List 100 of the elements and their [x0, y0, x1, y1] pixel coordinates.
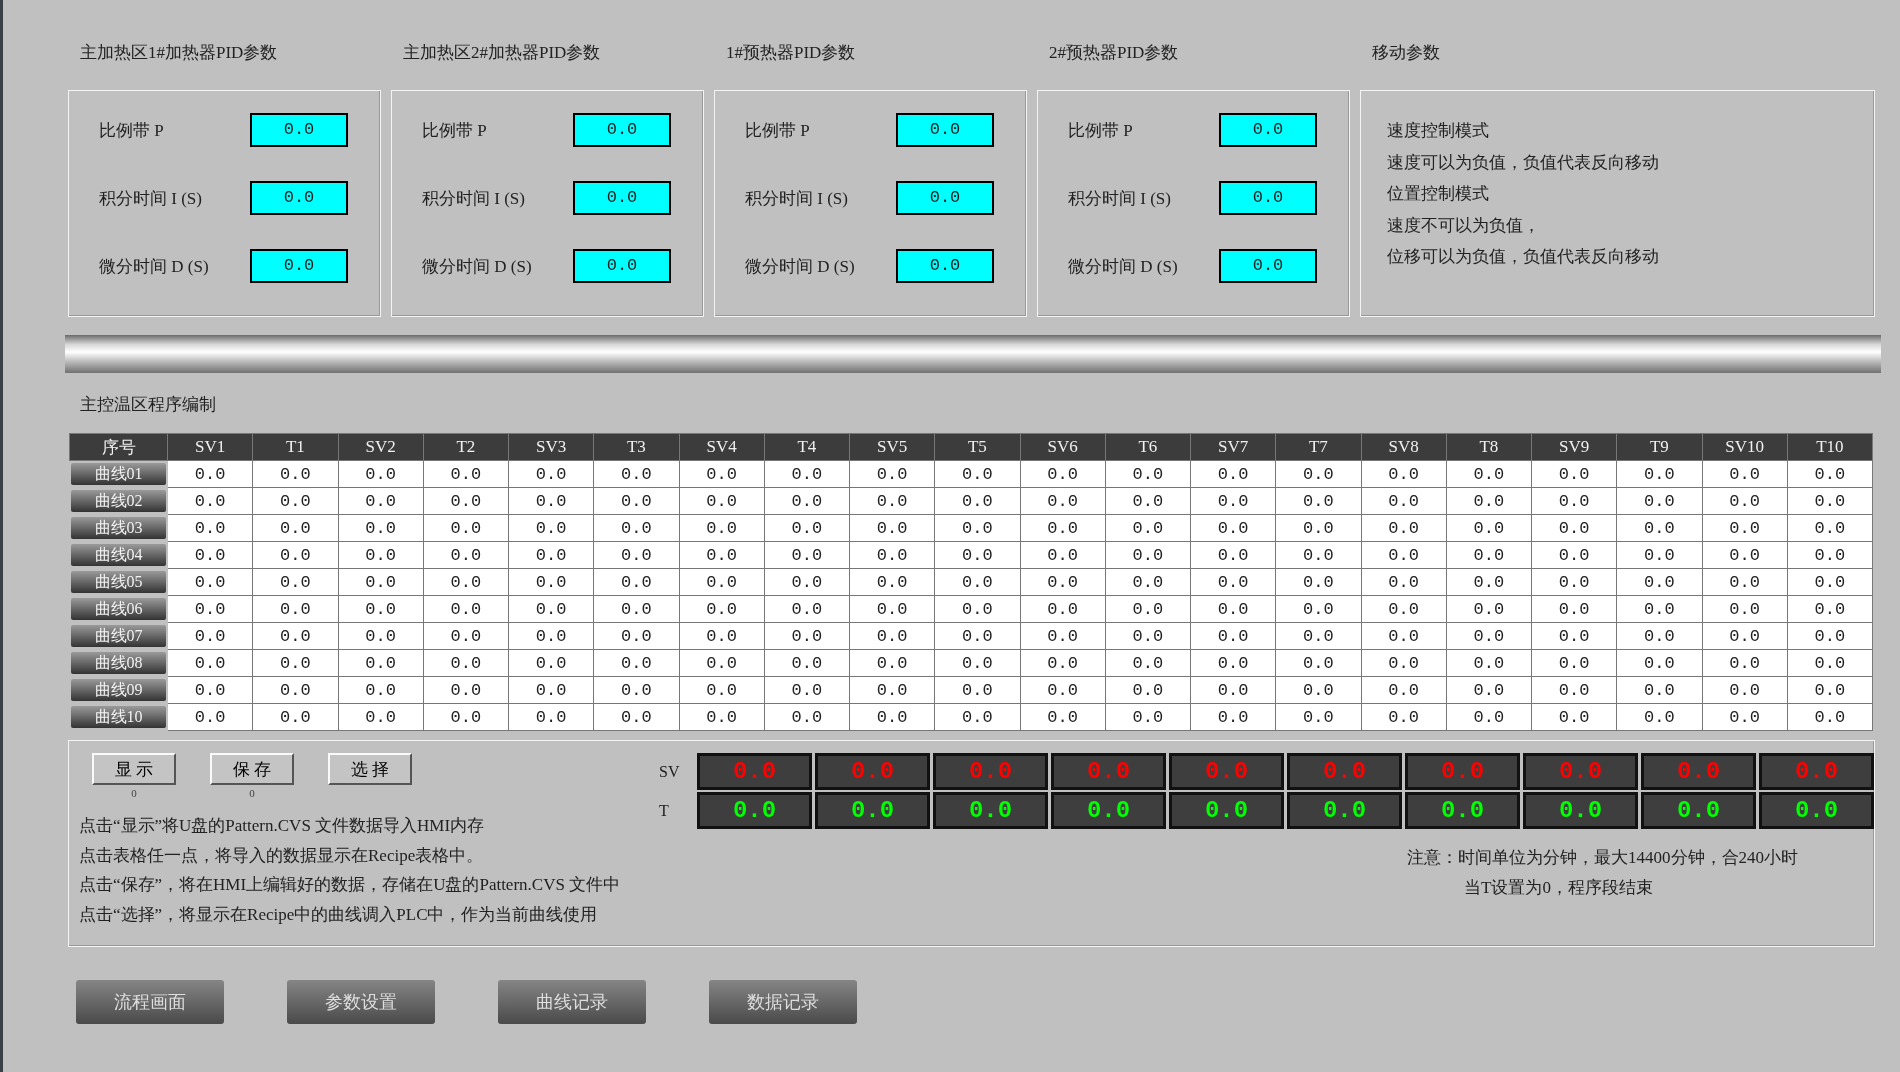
curve-row-button[interactable]: 曲线05 — [71, 571, 166, 593]
table-cell[interactable]: 0.0 — [849, 703, 935, 731]
table-cell[interactable]: 0.0 — [679, 460, 765, 488]
table-cell[interactable]: 0.0 — [1616, 514, 1702, 542]
table-cell[interactable]: 0.0 — [423, 676, 509, 704]
table-cell[interactable]: 0.0 — [338, 541, 424, 569]
table-cell[interactable]: 0.0 — [338, 703, 424, 731]
table-cell[interactable]: 0.0 — [1702, 622, 1788, 650]
table-cell[interactable]: 0.0 — [1446, 622, 1532, 650]
table-cell[interactable]: 0.0 — [252, 568, 338, 596]
table-cell[interactable]: 0.0 — [679, 676, 765, 704]
table-cell[interactable]: 0.0 — [934, 676, 1020, 704]
table-cell[interactable]: 0.0 — [1446, 568, 1532, 596]
table-cell[interactable]: 0.0 — [1105, 649, 1191, 677]
table-cell[interactable]: 0.0 — [764, 622, 850, 650]
table-cell[interactable]: 0.0 — [167, 514, 253, 542]
curve-row-button[interactable]: 曲线01 — [71, 463, 166, 485]
table-cell[interactable]: 0.0 — [167, 568, 253, 596]
table-cell[interactable]: 0.0 — [1531, 703, 1617, 731]
table-cell[interactable]: 0.0 — [934, 541, 1020, 569]
table-cell[interactable]: 0.0 — [934, 622, 1020, 650]
table-cell[interactable]: 0.0 — [849, 649, 935, 677]
table-cell[interactable]: 0.0 — [849, 595, 935, 623]
action-button[interactable]: 保 存 — [210, 753, 294, 785]
table-cell[interactable]: 0.0 — [1616, 460, 1702, 488]
table-cell[interactable]: 0.0 — [1275, 460, 1361, 488]
table-cell[interactable]: 0.0 — [593, 568, 679, 596]
table-cell[interactable]: 0.0 — [167, 649, 253, 677]
table-cell[interactable]: 0.0 — [1446, 676, 1532, 704]
table-cell[interactable]: 0.0 — [1020, 649, 1106, 677]
table-cell[interactable]: 0.0 — [1275, 676, 1361, 704]
table-cell[interactable]: 0.0 — [1361, 595, 1447, 623]
table-cell[interactable]: 0.0 — [423, 460, 509, 488]
table-cell[interactable]: 0.0 — [764, 676, 850, 704]
table-cell[interactable]: 0.0 — [1446, 649, 1532, 677]
table-cell[interactable]: 0.0 — [338, 622, 424, 650]
table-cell[interactable]: 0.0 — [1702, 649, 1788, 677]
table-cell[interactable]: 0.0 — [1531, 649, 1617, 677]
table-cell[interactable]: 0.0 — [934, 703, 1020, 731]
table-cell[interactable]: 0.0 — [1702, 568, 1788, 596]
table-cell[interactable]: 0.0 — [679, 595, 765, 623]
table-cell[interactable]: 0.0 — [679, 514, 765, 542]
table-cell[interactable]: 0.0 — [338, 568, 424, 596]
table-cell[interactable]: 0.0 — [1787, 622, 1873, 650]
table-cell[interactable]: 0.0 — [1361, 676, 1447, 704]
table-cell[interactable]: 0.0 — [508, 703, 594, 731]
curve-row-button[interactable]: 曲线10 — [71, 706, 166, 728]
table-cell[interactable]: 0.0 — [1190, 649, 1276, 677]
table-cell[interactable]: 0.0 — [1190, 460, 1276, 488]
table-cell[interactable]: 0.0 — [1361, 514, 1447, 542]
table-cell[interactable]: 0.0 — [593, 676, 679, 704]
table-cell[interactable]: 0.0 — [1361, 568, 1447, 596]
table-cell[interactable]: 0.0 — [252, 676, 338, 704]
nav-button[interactable]: 曲线记录 — [498, 980, 646, 1024]
table-cell[interactable]: 0.0 — [1105, 595, 1191, 623]
param-input-field[interactable]: 0.0 — [573, 181, 671, 215]
table-cell[interactable]: 0.0 — [252, 487, 338, 515]
curve-row-button[interactable]: 曲线04 — [71, 544, 166, 566]
table-cell[interactable]: 0.0 — [1446, 487, 1532, 515]
table-cell[interactable]: 0.0 — [1105, 541, 1191, 569]
table-cell[interactable]: 0.0 — [1787, 649, 1873, 677]
table-cell[interactable]: 0.0 — [1275, 541, 1361, 569]
table-cell[interactable]: 0.0 — [764, 541, 850, 569]
table-cell[interactable]: 0.0 — [1020, 541, 1106, 569]
table-cell[interactable]: 0.0 — [1787, 487, 1873, 515]
table-cell[interactable]: 0.0 — [764, 460, 850, 488]
curve-row-button[interactable]: 曲线02 — [71, 490, 166, 512]
table-cell[interactable]: 0.0 — [1787, 676, 1873, 704]
table-cell[interactable]: 0.0 — [338, 514, 424, 542]
table-cell[interactable]: 0.0 — [934, 568, 1020, 596]
table-cell[interactable]: 0.0 — [508, 649, 594, 677]
table-cell[interactable]: 0.0 — [252, 460, 338, 488]
table-cell[interactable]: 0.0 — [593, 487, 679, 515]
table-cell[interactable]: 0.0 — [167, 460, 253, 488]
table-cell[interactable]: 0.0 — [679, 568, 765, 596]
table-cell[interactable]: 0.0 — [849, 541, 935, 569]
table-cell[interactable]: 0.0 — [1020, 514, 1106, 542]
table-cell[interactable]: 0.0 — [1105, 622, 1191, 650]
table-cell[interactable]: 0.0 — [252, 703, 338, 731]
table-cell[interactable]: 0.0 — [764, 703, 850, 731]
param-input-field[interactable]: 0.0 — [1219, 249, 1317, 283]
table-cell[interactable]: 0.0 — [1616, 595, 1702, 623]
table-cell[interactable]: 0.0 — [849, 460, 935, 488]
table-cell[interactable]: 0.0 — [849, 514, 935, 542]
table-cell[interactable]: 0.0 — [1275, 703, 1361, 731]
table-cell[interactable]: 0.0 — [508, 460, 594, 488]
table-cell[interactable]: 0.0 — [1105, 460, 1191, 488]
table-cell[interactable]: 0.0 — [934, 487, 1020, 515]
table-cell[interactable]: 0.0 — [338, 649, 424, 677]
param-input-field[interactable]: 0.0 — [573, 113, 671, 147]
action-button[interactable]: 显 示 — [92, 753, 176, 785]
table-cell[interactable]: 0.0 — [1020, 703, 1106, 731]
curve-row-button[interactable]: 曲线06 — [71, 598, 166, 620]
table-cell[interactable]: 0.0 — [167, 595, 253, 623]
nav-button[interactable]: 数据记录 — [709, 980, 857, 1024]
table-cell[interactable]: 0.0 — [1105, 568, 1191, 596]
param-input-field[interactable]: 0.0 — [896, 249, 994, 283]
table-cell[interactable]: 0.0 — [679, 703, 765, 731]
table-cell[interactable]: 0.0 — [1190, 595, 1276, 623]
table-cell[interactable]: 0.0 — [508, 568, 594, 596]
